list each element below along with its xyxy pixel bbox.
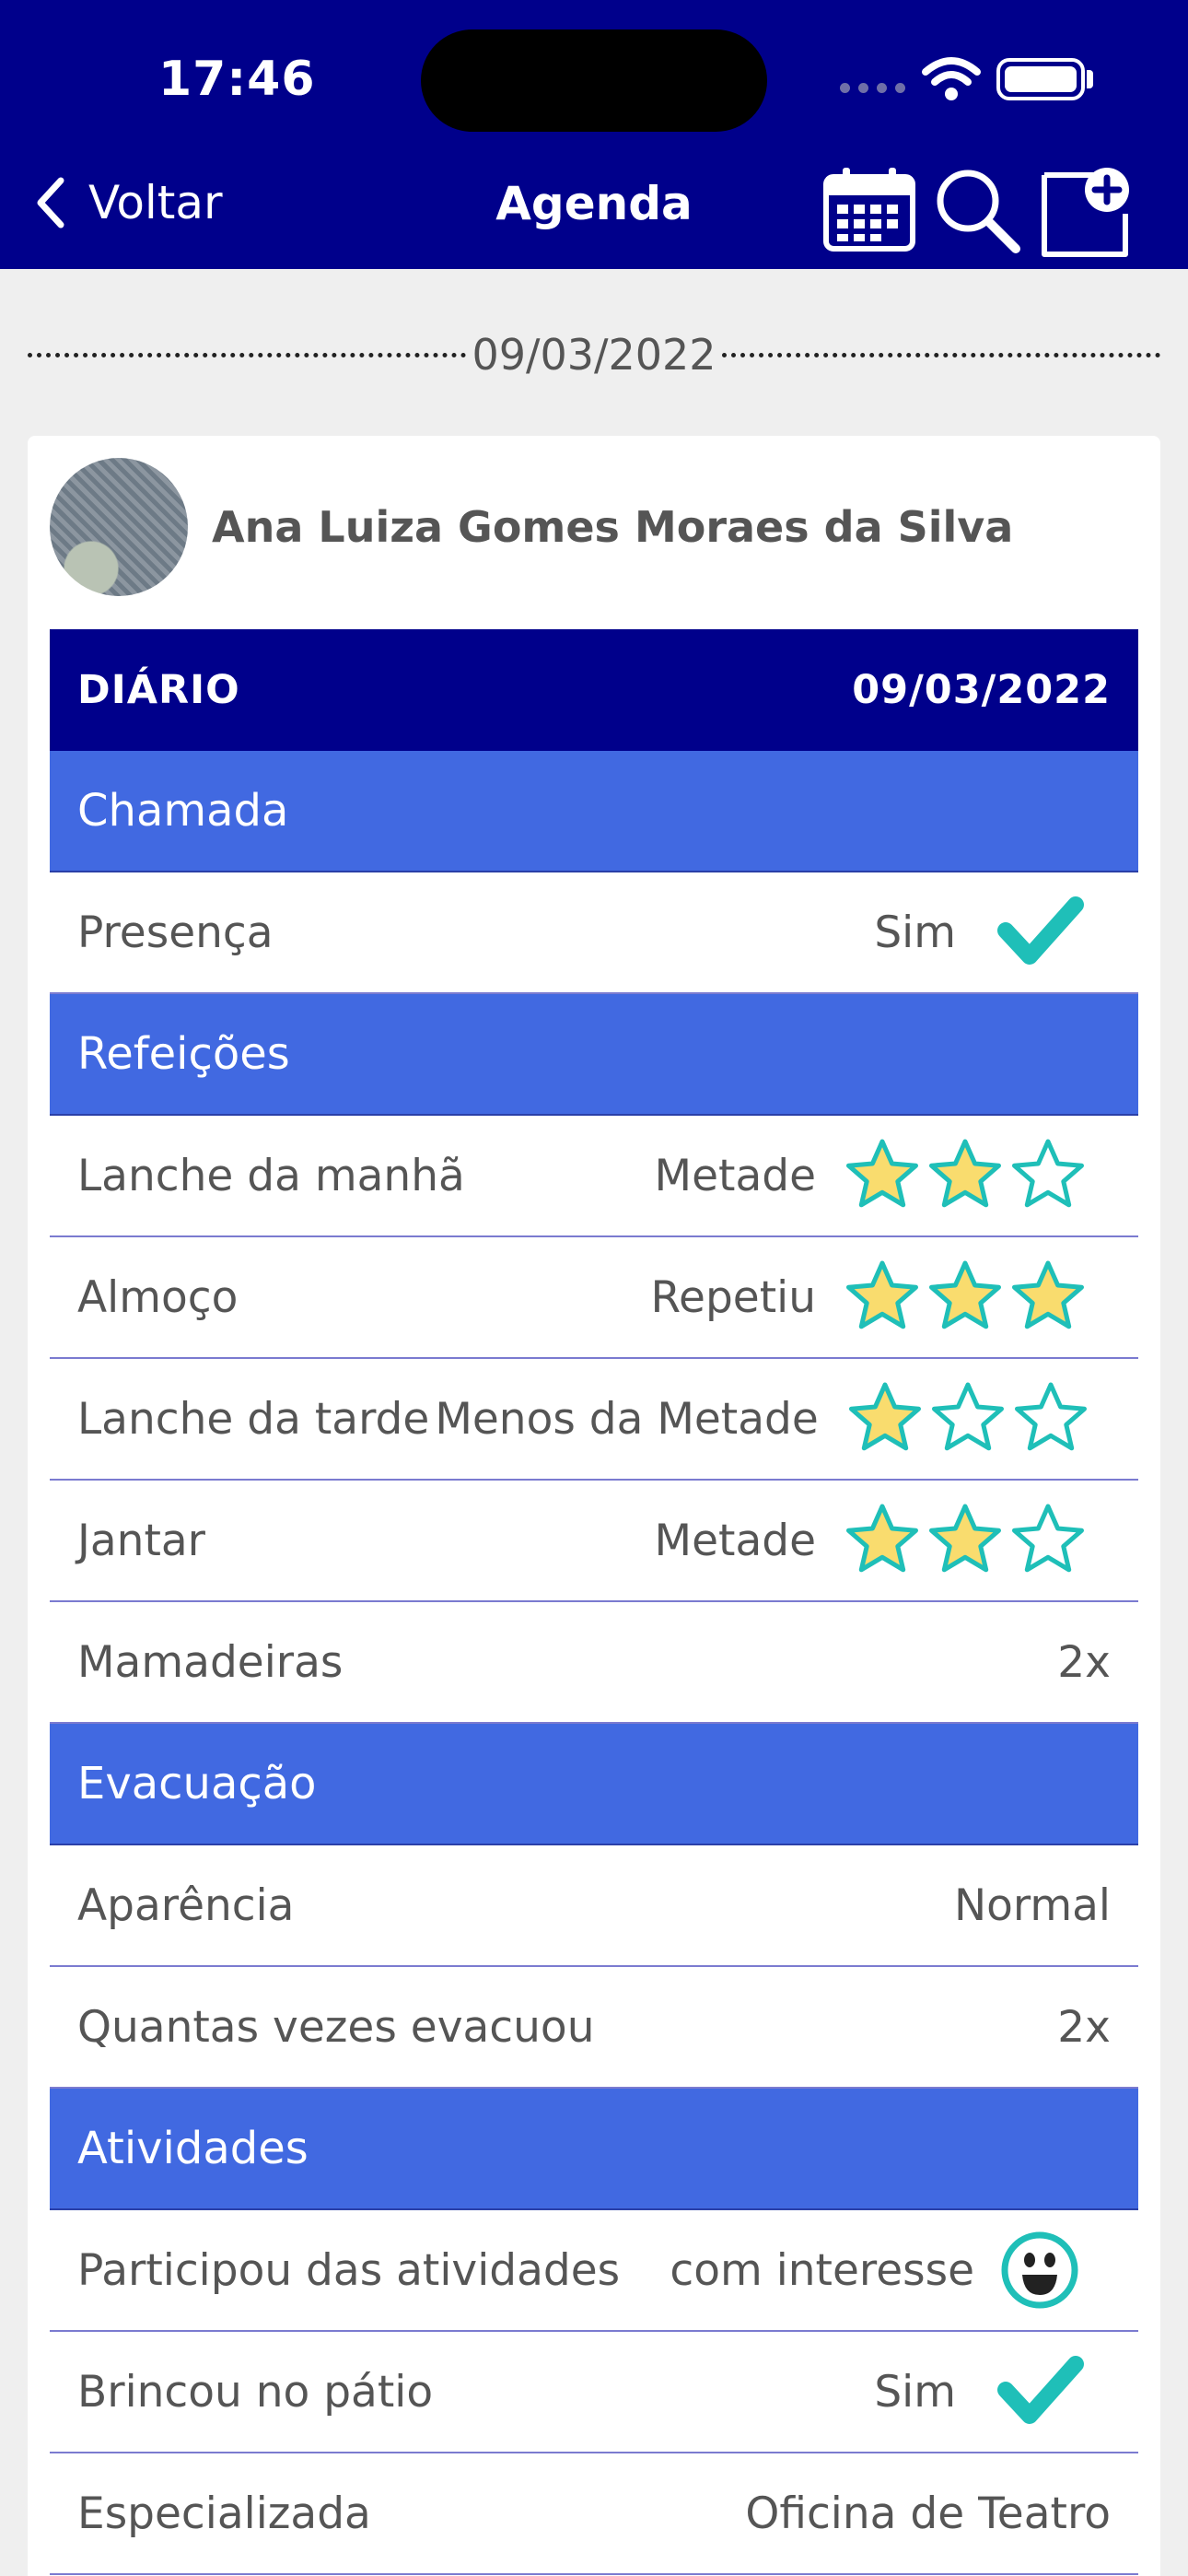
section-atividades: Atividades (50, 2089, 1138, 2210)
diary-table: DIÁRIO 09/03/2022 Chamada Presença Sim R… (50, 629, 1138, 2575)
check-icon (997, 896, 1084, 965)
row-aparencia: Aparência Normal (50, 1845, 1138, 1967)
section-refeicoes: Refeições (50, 994, 1138, 1116)
diary-title: DIÁRIO (77, 667, 240, 713)
star-filled-icon (929, 1504, 1001, 1573)
row-lanche-manha: Lanche da manhã Metade (50, 1116, 1138, 1237)
star-empty-icon (1012, 1504, 1084, 1573)
dynamic-island (421, 29, 767, 132)
row-mamadeiras: Mamadeiras 2x (50, 1602, 1138, 1724)
star-filled-icon (846, 1139, 918, 1208)
add-note-icon[interactable] (1039, 162, 1136, 258)
student-header: Ana Luiza Gomes Moraes da Silva (50, 458, 1013, 596)
row-almoco: Almoço Repetiu (50, 1237, 1138, 1359)
star-rating (846, 1380, 1089, 1458)
calendar-icon[interactable] (822, 166, 916, 252)
star-filled-icon (846, 1260, 918, 1329)
check-icon (997, 2356, 1084, 2424)
star-empty-icon (1012, 1139, 1084, 1208)
section-chamada: Chamada (50, 751, 1138, 872)
row-participou: Participou das atividades com interesse (50, 2210, 1138, 2332)
row-lanche-tarde: Lanche da tarde Menos da Metade (50, 1359, 1138, 1481)
date-divider: 09/03/2022 (28, 327, 1161, 382)
row-especializada: Especializada Oficina de Teatro (50, 2453, 1138, 2575)
battery-icon (996, 58, 1085, 100)
status-time: 17:46 (158, 52, 316, 107)
star-empty-icon (1014, 1382, 1087, 1451)
section-evacuacao: Evacuação (50, 1724, 1138, 1845)
row-jantar: Jantar Metade (50, 1481, 1138, 1602)
diary-card[interactable]: Ana Luiza Gomes Moraes da Silva DIÁRIO 0… (28, 436, 1160, 2576)
avatar (50, 458, 188, 596)
row-quantas-vezes: Quantas vezes evacuou 2x (50, 1967, 1138, 2089)
star-empty-icon (931, 1382, 1004, 1451)
star-filled-icon (929, 1139, 1001, 1208)
cellular-signal-icon (840, 83, 905, 93)
date-divider-label: 09/03/2022 (472, 330, 716, 380)
star-rating (844, 1502, 1087, 1579)
star-rating (844, 1137, 1087, 1214)
student-name: Ana Luiza Gomes Moraes da Silva (212, 502, 1014, 552)
star-filled-icon (848, 1382, 921, 1451)
star-filled-icon (846, 1504, 918, 1573)
wifi-icon (922, 57, 981, 100)
diary-header: DIÁRIO 09/03/2022 (50, 629, 1138, 751)
smiley-icon (1001, 2231, 1078, 2309)
diary-date: 09/03/2022 (852, 667, 1111, 713)
star-filled-icon (1012, 1260, 1084, 1329)
search-icon[interactable] (933, 166, 1021, 254)
row-presenca: Presença Sim (50, 872, 1138, 994)
star-filled-icon (929, 1260, 1001, 1329)
star-rating (844, 1259, 1087, 1336)
row-brincou: Brincou no pátio Sim (50, 2332, 1138, 2453)
top-bar: 17:46 Voltar Agenda (0, 0, 1188, 269)
